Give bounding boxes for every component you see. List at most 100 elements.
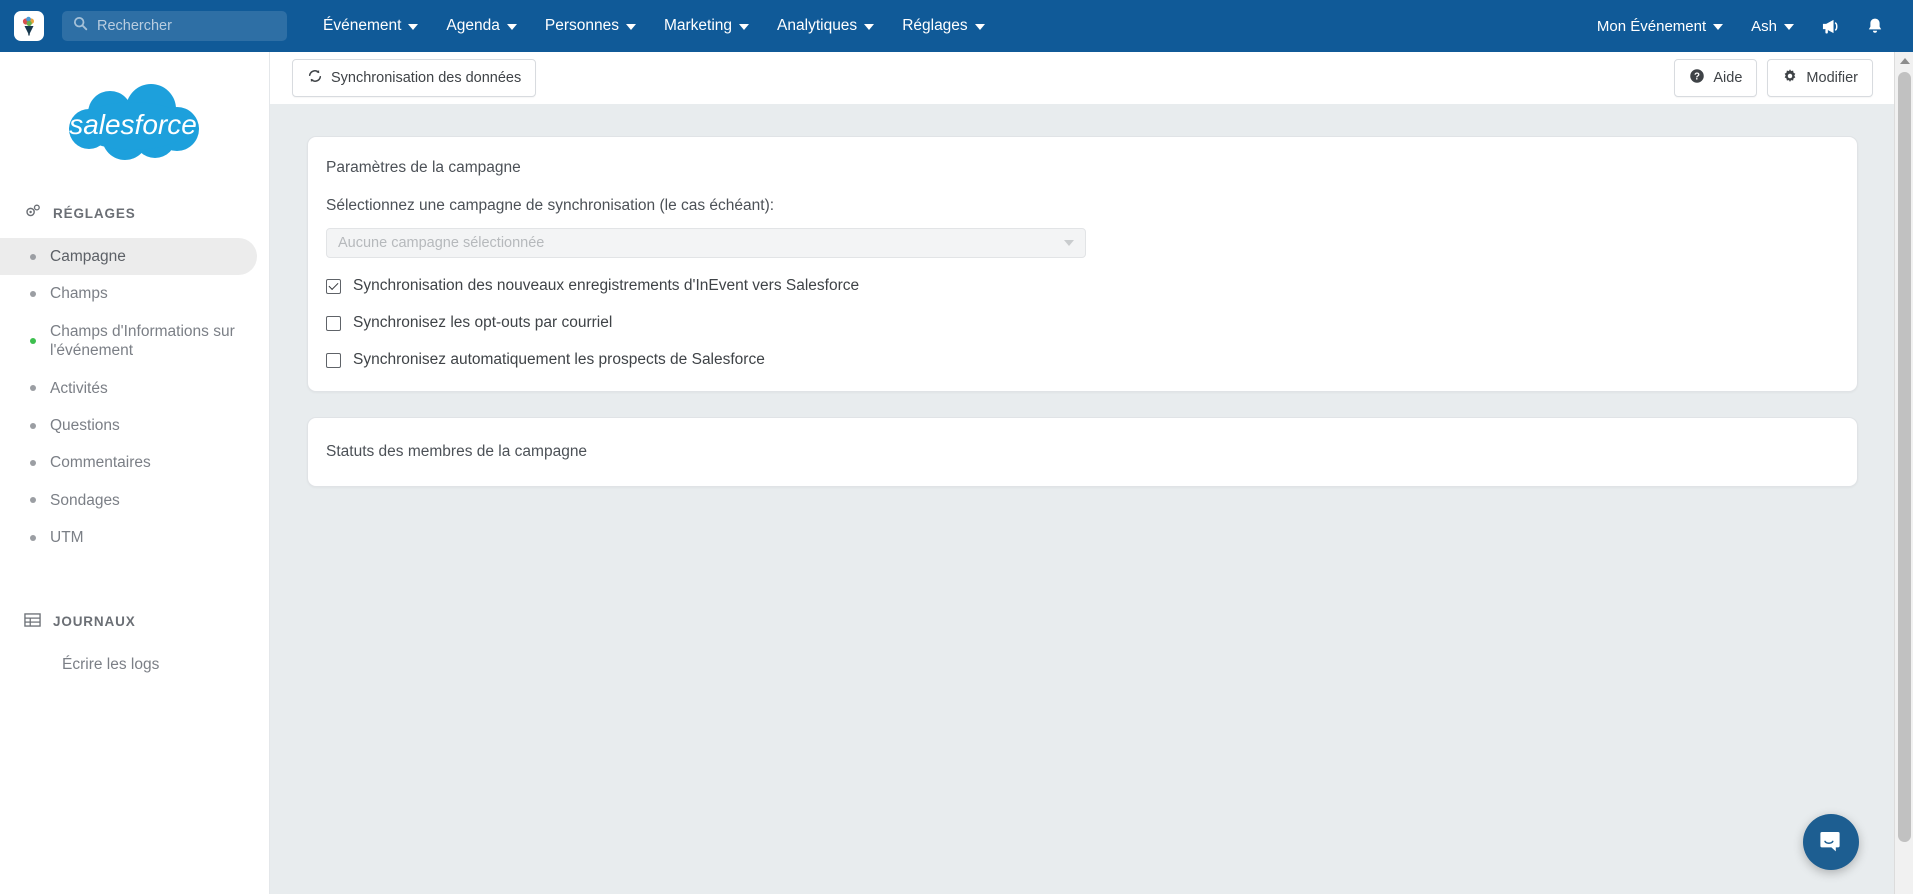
campaign-select[interactable]: Aucune campagne sélectionnée [326,228,1086,258]
user-menu-label: Ash [1751,17,1777,35]
gear-icon [1782,68,1798,88]
nav-item-analytiques[interactable]: Analytiques [763,11,888,41]
chevron-down-icon [625,24,636,30]
question-circle-icon: ? [1689,68,1705,88]
bell-icon[interactable] [1853,11,1897,42]
nav-item-label: Agenda [446,17,500,34]
nav-item-personnes[interactable]: Personnes [531,11,650,41]
search-input[interactable] [97,18,257,34]
chevron-down-icon [506,24,517,30]
chevron-down-icon [864,24,875,30]
campaign-member-status-card[interactable]: Statuts des membres de la campagne [307,417,1858,487]
campaign-select-label: Sélectionnez une campagne de synchronisa… [326,197,775,214]
scroll-up-button[interactable] [1895,52,1913,70]
search-box[interactable] [62,11,287,41]
nav-item-label: Réglages [902,17,968,34]
sidebar-item-questions[interactable]: Questions [0,407,257,444]
sidebar-item-label: Activités [50,379,108,397]
sidebar-menu-journaux: Écrire les logs [0,646,269,683]
card-title: Statuts des membres de la campagne [326,443,588,460]
scrollbar-thumb[interactable] [1897,72,1911,842]
bullet-icon [30,422,36,429]
page-scrollbar[interactable] [1894,52,1913,894]
salesforce-logo: salesforce [45,78,225,166]
sidebar-item-activites[interactable]: Activités [0,370,257,407]
main-content: Synchronisation des données ? Aide Modif… [270,52,1895,894]
sidebar-item-champs[interactable]: Champs [0,275,257,312]
chevron-down-icon [1064,240,1074,246]
search-icon [73,16,88,36]
sidebar-item-champs-informations-evenement[interactable]: Champs d'Informations sur l'événement [0,313,257,370]
sidebar-section-reglages-header: RÉGLAGES [0,200,269,226]
nav-item-marketing[interactable]: Marketing [650,11,763,41]
sidebar-item-label: UTM [50,529,84,546]
chevron-down-icon [1784,24,1794,30]
sidebar-item-utm[interactable]: UTM [0,519,257,556]
sidebar-item-label: Écrire les logs [62,656,160,674]
bullet-icon [30,253,36,260]
checkbox-row-sync-new-records[interactable]: Synchronisation des nouveaux enregistrem… [326,277,1839,295]
sidebar: salesforce RÉGLAGES Campagne Champs Cham… [0,52,270,894]
checkbox-label: Synchronisez automatiquement les prospec… [353,351,765,368]
sidebar-item-sondages[interactable]: Sondages [0,482,257,519]
nav-item-label: Événement [323,17,402,34]
bullet-icon [30,497,36,504]
edit-button[interactable]: Modifier [1767,58,1873,97]
help-label: Aide [1713,69,1743,86]
svg-text:salesforce: salesforce [69,109,197,140]
gears-icon [24,203,41,223]
sync-data-label: Synchronisation des données [331,69,522,86]
checkbox-row-sync-optouts[interactable]: Synchronisez les opt-outs par courriel [326,314,1839,332]
user-menu[interactable]: Ash [1737,12,1808,41]
nav-item-agenda[interactable]: Agenda [432,11,530,41]
table-icon [24,612,41,631]
event-selector-label: Mon Événement [1596,17,1707,35]
chevron-down-icon [408,24,419,30]
campaign-select-value: Aucune campagne sélectionnée [338,235,545,251]
sidebar-item-campagne[interactable]: Campagne [0,238,257,276]
sidebar-section-title: JOURNAUX [53,613,136,629]
chevron-up-icon [1899,58,1910,64]
bullet-icon [30,338,36,345]
refresh-icon [307,68,323,88]
app-logo-icon[interactable] [14,11,44,41]
top-navigation-bar: Événement Agenda Personnes Marketing Ana… [0,0,1913,52]
content-toolbar: Synchronisation des données ? Aide Modif… [270,52,1895,104]
bullet-icon [30,534,36,541]
campaign-settings-card: Paramètres de la campagne Sélectionnez u… [307,136,1858,392]
chevron-down-icon [974,24,985,30]
checkbox-unchecked-icon[interactable] [326,352,341,368]
bullet-icon [30,291,36,298]
nav-item-reglages[interactable]: Réglages [888,11,999,41]
bullet-icon [30,385,36,392]
svg-text:?: ? [1694,71,1700,82]
nav-item-label: Personnes [544,17,619,34]
checkbox-label: Synchronisation des nouveaux enregistrem… [353,277,860,294]
nav-item-evenement[interactable]: Événement [309,11,432,41]
sidebar-item-label: Campagne [50,248,126,265]
checkbox-unchecked-icon[interactable] [326,315,341,331]
sidebar-item-label: Champs [50,285,108,303]
sidebar-menu-reglages: Campagne Champs Champs d'Informations su… [0,238,269,556]
nav-item-label: Marketing [663,17,733,34]
chat-bubble-icon[interactable] [1803,814,1859,870]
sync-data-button[interactable]: Synchronisation des données [292,58,537,97]
sidebar-item-commentaires[interactable]: Commentaires [0,444,257,481]
chevron-down-icon [1713,24,1724,30]
sidebar-item-label: Champs d'Informations sur l'événement [50,322,235,360]
checkbox-row-sync-leads[interactable]: Synchronisez automatiquement les prospec… [326,351,1839,369]
megaphone-icon[interactable] [1808,12,1853,41]
sidebar-section-journaux-header: JOURNAUX [0,608,269,634]
nav-item-label: Analytiques [777,17,858,34]
content-canvas: Paramètres de la campagne Sélectionnez u… [270,104,1895,894]
sidebar-item-ecrire-les-logs[interactable]: Écrire les logs [0,646,257,683]
sidebar-item-label: Questions [50,416,120,434]
checkbox-label: Synchronisez les opt-outs par courriel [353,314,613,331]
sidebar-section-title: RÉGLAGES [53,205,136,221]
bullet-icon [30,459,36,466]
main-menu: Événement Agenda Personnes Marketing Ana… [309,11,999,41]
event-selector[interactable]: Mon Événement [1583,12,1737,41]
card-title: Paramètres de la campagne [326,159,521,176]
checkbox-checked-icon[interactable] [326,278,341,294]
help-button[interactable]: ? Aide [1674,58,1758,97]
